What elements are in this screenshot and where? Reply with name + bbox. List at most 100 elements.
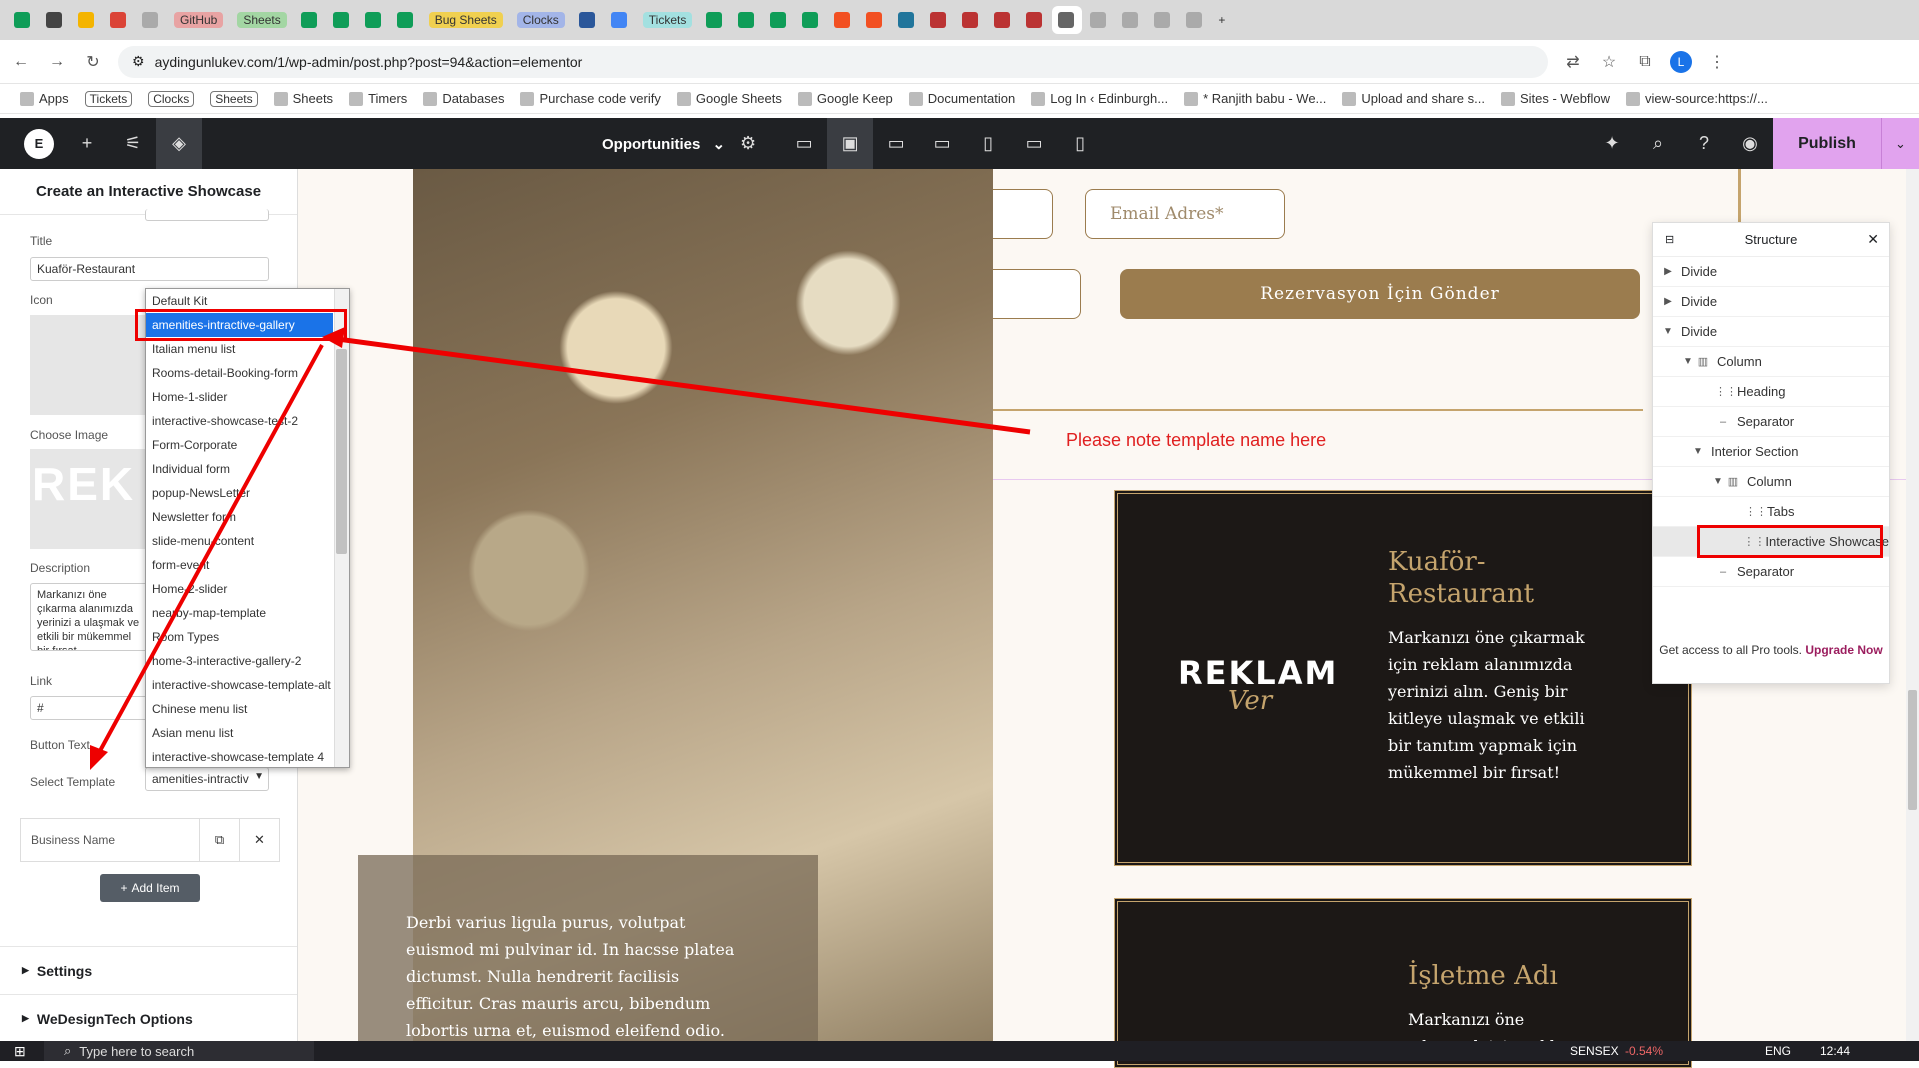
browser-tab[interactable] <box>1020 6 1050 34</box>
add-item-button[interactable]: + Add Item <box>100 874 200 902</box>
bookmark-item[interactable]: Sheets <box>210 90 258 107</box>
browser-tab[interactable]: Tickets <box>637 6 699 34</box>
structure-item[interactable]: ‒ Separator <box>1653 557 1889 587</box>
structure-item[interactable]: ▼ Interior Section <box>1653 437 1889 467</box>
structure-item[interactable]: ▼ Divide <box>1653 317 1889 347</box>
showcase-card-1[interactable]: REKLAM Ver Kuaför-Restaurant Markanızı ö… <box>1114 490 1692 866</box>
browser-tab[interactable] <box>1052 6 1083 34</box>
laptop-device-icon[interactable]: ▭ <box>873 118 919 169</box>
browser-tab[interactable] <box>40 6 70 34</box>
structure-layers-icon[interactable]: ◈ <box>156 118 202 169</box>
collapse-icon[interactable]: ⊟ <box>1665 233 1674 246</box>
start-windows-icon[interactable]: ⊞ <box>14 1043 26 1060</box>
bookmark-item[interactable]: Clocks <box>148 90 195 107</box>
browser-tab[interactable] <box>391 6 421 34</box>
image-picker-preview[interactable]: REK <box>30 449 150 549</box>
bookmark-star-icon[interactable]: ☆ <box>1598 52 1620 72</box>
title-input[interactable]: Kuaför-Restaurant <box>30 257 269 281</box>
add-element-icon[interactable]: + <box>64 118 110 169</box>
bookmark-item[interactable]: * Ranjith babu - We... <box>1184 91 1326 106</box>
elementor-logo-icon[interactable]: E <box>24 128 54 159</box>
icon-picker-preview[interactable] <box>30 315 150 415</box>
browser-tab[interactable] <box>1148 6 1178 34</box>
browser-tab[interactable] <box>1084 6 1114 34</box>
template-option[interactable]: Form-Corporate <box>146 433 333 457</box>
publish-button[interactable]: Publish <box>1773 118 1881 169</box>
browser-tab[interactable] <box>1116 6 1146 34</box>
template-option[interactable]: form-event <box>146 553 333 577</box>
template-option[interactable]: Home-2-slider <box>146 577 333 601</box>
template-option[interactable]: Rooms-detail-Booking-form <box>146 361 333 385</box>
browser-tab[interactable]: Sheets <box>231 6 292 34</box>
bookmark-item[interactable]: Upload and share s... <box>1342 91 1485 106</box>
settings-section[interactable]: ▶ Settings <box>0 946 297 994</box>
url-field[interactable]: ⚙ aydingunlukev.com/1/wp-admin/post.php?… <box>118 45 1548 78</box>
notifications-icon[interactable]: ✦ <box>1589 118 1635 169</box>
preview-eye-icon[interactable]: ◉ <box>1727 118 1773 169</box>
bookmark-item[interactable]: Log In ‹ Edinburgh... <box>1031 91 1168 106</box>
name-input[interactable] <box>993 189 1053 239</box>
reservation-submit-button[interactable]: Rezervasyon İçin Gönder <box>1120 269 1640 319</box>
bookmark-item[interactable]: Tickets <box>84 90 133 107</box>
template-option[interactable]: popup-NewsLetter <box>146 481 333 505</box>
template-option[interactable]: Newsletter form <box>146 505 333 529</box>
template-option[interactable]: Home-1-slider <box>146 385 333 409</box>
browser-tab[interactable] <box>732 6 762 34</box>
template-option[interactable]: interactive-showcase-template 4 <box>146 745 333 767</box>
bookmark-item[interactable]: Apps <box>20 91 69 106</box>
profile-avatar[interactable]: L <box>1670 50 1692 73</box>
browser-tab[interactable] <box>605 6 635 34</box>
browser-tab[interactable] <box>8 6 38 34</box>
structure-item[interactable]: ▼ ▥ Column <box>1653 347 1889 377</box>
browser-tab[interactable] <box>573 6 603 34</box>
canvas-scroll-thumb[interactable] <box>1908 690 1917 810</box>
browser-tab[interactable] <box>295 6 325 34</box>
bookmark-item[interactable]: Documentation <box>908 91 1015 106</box>
upgrade-now-link[interactable]: Upgrade Now <box>1805 643 1882 657</box>
tablet-device-icon[interactable]: ▣ <box>827 118 874 169</box>
browser-tab[interactable] <box>796 6 826 34</box>
template-option[interactable]: interactive-showcase-template-alt <box>146 673 333 697</box>
browser-tab[interactable] <box>327 6 357 34</box>
browser-tab[interactable] <box>828 6 858 34</box>
bookmark-item[interactable]: view-source:https://... <box>1626 91 1768 106</box>
publish-options-chevron-icon[interactable]: ⌄ <box>1881 118 1919 169</box>
browser-tab[interactable]: Bug Sheets <box>423 6 509 34</box>
bookmark-item[interactable]: Google Sheets <box>676 91 782 106</box>
browser-tab[interactable] <box>764 6 794 34</box>
browser-tab[interactable]: Clocks <box>511 6 571 34</box>
template-option[interactable]: interactive-showcase-test-2 <box>146 409 333 433</box>
caret-icon[interactable]: ▶ <box>1661 296 1675 307</box>
wedesigntech-section[interactable]: ▶ WeDesignTech Options <box>0 994 297 1041</box>
site-settings-icon[interactable]: ⚟ <box>110 118 156 169</box>
link-input[interactable]: # <box>30 696 148 720</box>
page-settings-icon[interactable]: ⚙ <box>725 118 771 169</box>
browser-tab[interactable]: GitHub <box>168 6 229 34</box>
mobile-portrait-icon[interactable]: ▯ <box>1057 118 1103 169</box>
structure-item[interactable]: ‒ Separator <box>1653 407 1889 437</box>
browser-tab[interactable] <box>956 6 986 34</box>
bookmark-item[interactable]: Timers <box>349 91 407 106</box>
browser-tab[interactable] <box>700 6 730 34</box>
remove-icon[interactable]: ✕ <box>239 818 279 862</box>
duplicate-icon[interactable]: ⧉ <box>199 818 239 862</box>
browser-tab[interactable] <box>359 6 389 34</box>
structure-item[interactable]: ⋮⋮ Tabs <box>1653 497 1889 527</box>
browser-tab[interactable] <box>1180 6 1210 34</box>
forward-icon[interactable]: → <box>46 53 68 71</box>
template-option[interactable]: Chinese menu list <box>146 697 333 721</box>
email-input[interactable]: Email Adres* <box>1085 189 1285 239</box>
help-icon[interactable]: ? <box>1681 118 1727 169</box>
caret-icon[interactable]: ▶ <box>1661 266 1675 277</box>
bookmark-item[interactable]: Google Keep <box>797 91 893 106</box>
date-input[interactable] <box>993 269 1081 319</box>
browser-tab[interactable] <box>104 6 134 34</box>
page-name-dropdown[interactable]: Opportunities ⌄ <box>602 135 725 153</box>
template-option[interactable]: Room Types <box>146 625 333 649</box>
structure-item[interactable]: ▶ Divide <box>1653 257 1889 287</box>
template-option[interactable]: slide-menu-content <box>146 529 333 553</box>
template-dropdown-list[interactable]: Default Kit amenities-intractive-gallery I… <box>145 288 350 768</box>
translate-icon[interactable]: ⇄ <box>1562 52 1584 72</box>
tablet-landscape-icon[interactable]: ▭ <box>919 118 965 169</box>
template-option[interactable]: Asian menu list <box>146 721 333 745</box>
